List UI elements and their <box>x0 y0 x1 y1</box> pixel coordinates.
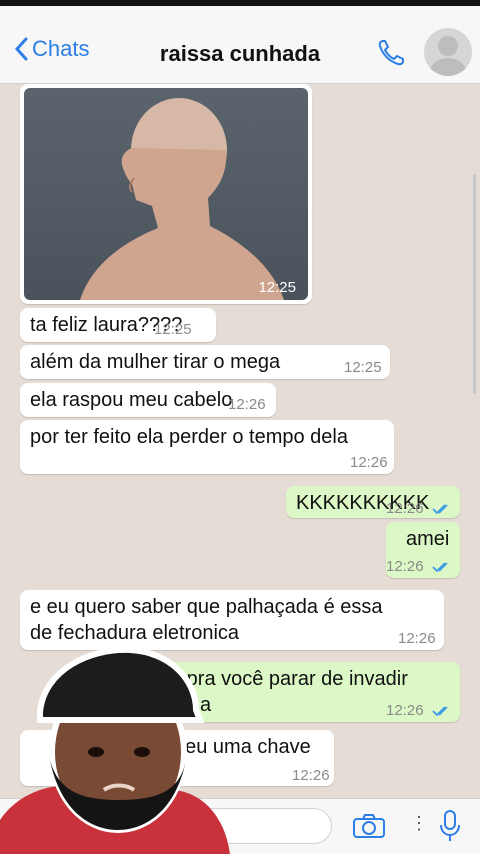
more-options-icon[interactable]: ⋮ <box>410 813 428 834</box>
streamer-overlay <box>0 646 230 854</box>
message-time: 12:26 <box>398 630 436 647</box>
scrollbar[interactable] <box>473 174 476 394</box>
person-icon <box>428 36 468 76</box>
avatar[interactable] <box>424 28 472 76</box>
message-time: 12:26 <box>386 702 452 719</box>
mic-button[interactable] <box>438 809 462 848</box>
message-time: 12:26 <box>386 500 452 517</box>
message-time: 12:26 <box>350 454 388 471</box>
shared-photo[interactable]: 12:25 <box>24 88 308 300</box>
message-time-text: 12:26 <box>386 500 424 517</box>
message-time-text: 12:26 <box>386 558 424 575</box>
message-text: e eu quero saber que palhaçada é essa <box>30 596 383 618</box>
chat-header: Chats raissa cunhada <box>0 6 480 84</box>
double-check-icon <box>432 504 448 515</box>
call-button[interactable] <box>376 38 406 73</box>
bald-woman-photo <box>80 98 284 300</box>
message-text: além da mulher tirar o mega <box>30 351 281 373</box>
image-message[interactable]: 12:25 <box>20 84 312 304</box>
message-time-text: 12:26 <box>386 702 424 719</box>
phone-icon <box>378 40 404 66</box>
microphone-icon <box>440 810 460 841</box>
camera-button[interactable] <box>352 813 386 844</box>
message-text: amei <box>406 528 450 550</box>
message-text: por ter feito ela perder o tempo dela <box>30 426 348 448</box>
message-time: 12:26 <box>228 396 266 413</box>
message-time: 12:25 <box>154 321 192 338</box>
message-text: ela raspou meu cabelo <box>30 389 233 411</box>
message-bubble[interactable]: por ter feito ela perder o tempo dela <box>20 420 394 474</box>
message-time: 12:26 <box>292 767 330 784</box>
message-time: 12:26 <box>386 558 452 575</box>
double-check-icon <box>432 562 448 573</box>
camera-icon <box>353 814 385 838</box>
double-check-icon <box>432 706 448 717</box>
message-time: 12:25 <box>344 359 382 376</box>
contact-name[interactable]: raissa cunhada <box>0 41 480 67</box>
message-time: 12:25 <box>258 279 296 296</box>
message-bubble[interactable]: além da mulher tirar o mega <box>20 345 390 379</box>
